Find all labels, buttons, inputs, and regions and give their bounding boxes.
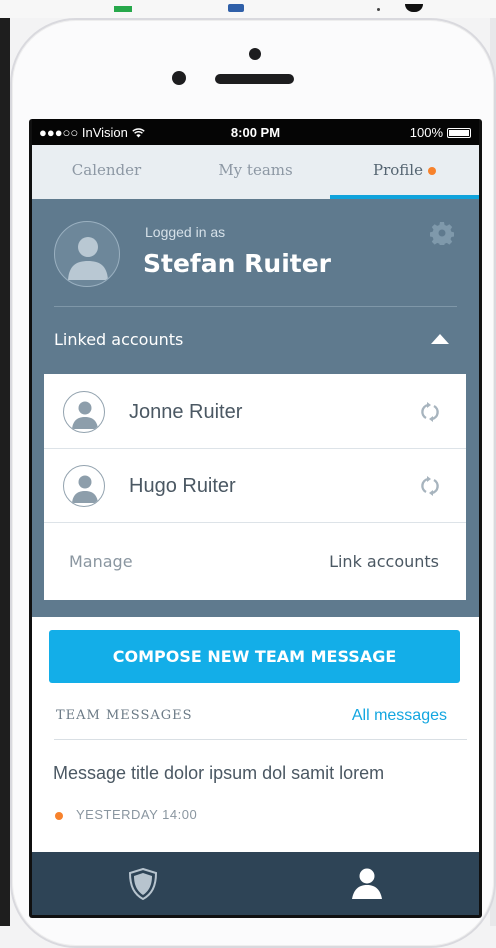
message-time: YESTERDAY 14:00 bbox=[76, 807, 198, 822]
notification-dot bbox=[427, 167, 436, 175]
logged-in-label: Logged in as bbox=[145, 224, 226, 240]
app-screen: ●●●○○ InVision 8:00 PM 100% Calender My … bbox=[32, 119, 479, 915]
avatar[interactable] bbox=[54, 221, 120, 287]
account-name: Hugo Ruiter bbox=[129, 475, 236, 497]
phone-screen: ●●●○○ InVision 8:00 PM 100% Calender My … bbox=[29, 119, 482, 918]
link-accounts-link[interactable]: Link accounts bbox=[329, 552, 439, 571]
user-silhouette-icon bbox=[68, 237, 108, 280]
status-bar: ●●●○○ InVision 8:00 PM 100% bbox=[32, 119, 479, 145]
front-camera bbox=[172, 71, 186, 85]
linked-account-row[interactable]: Jonne Ruiter bbox=[44, 374, 466, 449]
switch-account-icon[interactable] bbox=[419, 402, 441, 422]
account-name: Jonne Ruiter bbox=[129, 401, 243, 423]
tab-my-teams[interactable]: My teams bbox=[181, 145, 330, 199]
avatar bbox=[63, 391, 105, 433]
messages-divider bbox=[54, 739, 467, 740]
collapse-caret-icon[interactable] bbox=[431, 334, 449, 344]
linked-accounts-card: Jonne Ruiter Hugo Ruiter Manage Link acc… bbox=[44, 374, 466, 600]
switch-account-icon[interactable] bbox=[419, 476, 441, 496]
browser-top-strip bbox=[0, 0, 496, 18]
user-silhouette-icon bbox=[72, 475, 98, 503]
manage-link[interactable]: Manage bbox=[69, 552, 133, 571]
proximity-sensor bbox=[249, 48, 261, 60]
left-frame-edge bbox=[0, 18, 10, 926]
gear-icon[interactable] bbox=[430, 221, 454, 245]
tab-profile[interactable]: Profile bbox=[330, 145, 479, 199]
linked-account-row[interactable]: Hugo Ruiter bbox=[44, 448, 466, 523]
battery-percent: 100% bbox=[409, 125, 443, 140]
tab-calender[interactable]: Calender bbox=[32, 145, 181, 199]
team-messages-title: TEAM MESSAGES bbox=[56, 708, 193, 723]
avatar bbox=[63, 465, 105, 507]
earpiece-speaker bbox=[215, 74, 294, 84]
all-messages-link[interactable]: All messages bbox=[352, 707, 447, 725]
profile-header: Logged in as Stefan Ruiter Linked accoun… bbox=[32, 199, 479, 617]
header-divider bbox=[54, 306, 457, 307]
linked-accounts-title: Linked accounts bbox=[54, 330, 184, 349]
user-silhouette-icon bbox=[72, 401, 98, 429]
battery-icon bbox=[447, 127, 471, 138]
bottom-nav bbox=[32, 852, 479, 915]
user-name: Stefan Ruiter bbox=[143, 249, 332, 278]
compose-message-button[interactable]: COMPOSE NEW TEAM MESSAGE bbox=[49, 630, 460, 683]
unread-dot bbox=[55, 812, 63, 820]
user-icon[interactable] bbox=[350, 866, 384, 900]
shield-icon[interactable] bbox=[128, 868, 158, 900]
top-tabs: Calender My teams Profile bbox=[32, 145, 479, 199]
message-title[interactable]: Message title dolor ipsum dol samit lore… bbox=[53, 763, 384, 784]
